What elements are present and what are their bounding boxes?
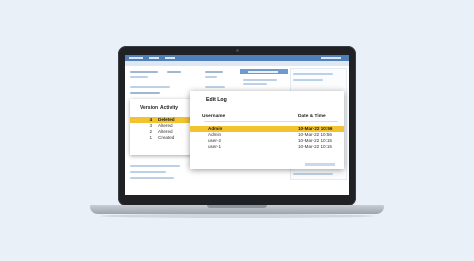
edit-log-username: Admin	[208, 126, 223, 131]
laptop-shadow	[100, 214, 374, 218]
version-column-header: Version	[140, 105, 159, 111]
edit-log-datetime: 10-Mar-22 10:15	[298, 138, 332, 143]
placeholder-text	[130, 76, 148, 78]
placeholder-text	[205, 76, 217, 78]
placeholder-text	[130, 92, 160, 94]
activity-column-header: Activity	[160, 105, 179, 111]
placeholder-text	[130, 171, 166, 173]
placeholder-text	[293, 79, 323, 81]
placeholder-text	[130, 71, 158, 73]
edit-log-datetime: 10-Mar-22 10:15	[298, 144, 332, 149]
placeholder-text	[130, 177, 174, 179]
app-logo	[129, 57, 143, 59]
panel-header	[240, 69, 288, 74]
edit-log-username: Admin	[208, 132, 222, 137]
edit-log-dialog: Edit Log Username Date & Time Admin 10-M…	[190, 91, 344, 169]
edit-log-username: user-1	[208, 144, 222, 149]
version-number: 2	[149, 129, 152, 134]
laptop-lid: Version Activity 4 Deleted 3 Altered 2 A…	[118, 46, 356, 206]
user-menu[interactable]	[321, 57, 341, 59]
edit-log-row[interactable]: user-1 10-Mar-22 10:15	[190, 144, 344, 150]
edit-log-datetime: 10-Mar-22 10:56	[298, 126, 333, 131]
nav-item[interactable]	[165, 57, 175, 59]
username-column-header: Username	[202, 114, 226, 119]
edit-log-username: user-2	[208, 138, 222, 143]
placeholder-text	[205, 71, 223, 73]
camera-icon	[236, 49, 239, 52]
datetime-column-header: Date & Time	[298, 114, 326, 119]
app-toolbar	[125, 61, 349, 66]
version-number: 3	[149, 123, 152, 128]
laptop-notch	[207, 205, 267, 208]
laptop-base	[90, 205, 384, 214]
version-activity: Deleted	[158, 117, 175, 122]
header-divider	[204, 121, 338, 122]
placeholder-text	[243, 83, 267, 85]
placeholder-text	[243, 79, 277, 81]
placeholder-text	[130, 86, 170, 88]
placeholder-text	[293, 173, 333, 175]
edit-log-title: Edit Log	[206, 97, 227, 103]
edit-log-footer-bar	[305, 163, 335, 166]
version-activity: Altered	[158, 123, 173, 128]
nav-item[interactable]	[149, 57, 159, 59]
placeholder-text	[205, 86, 225, 88]
version-activity: Created	[158, 135, 175, 140]
placeholder-text	[293, 73, 333, 75]
version-activity: Altered	[158, 129, 173, 134]
laptop-screen: Version Activity 4 Deleted 3 Altered 2 A…	[125, 55, 349, 195]
version-number: 1	[149, 135, 152, 140]
placeholder-text	[167, 71, 181, 73]
edit-log-datetime: 10-Mar-22 10:56	[298, 132, 332, 137]
version-number: 4	[149, 117, 152, 122]
placeholder-text	[130, 165, 180, 167]
